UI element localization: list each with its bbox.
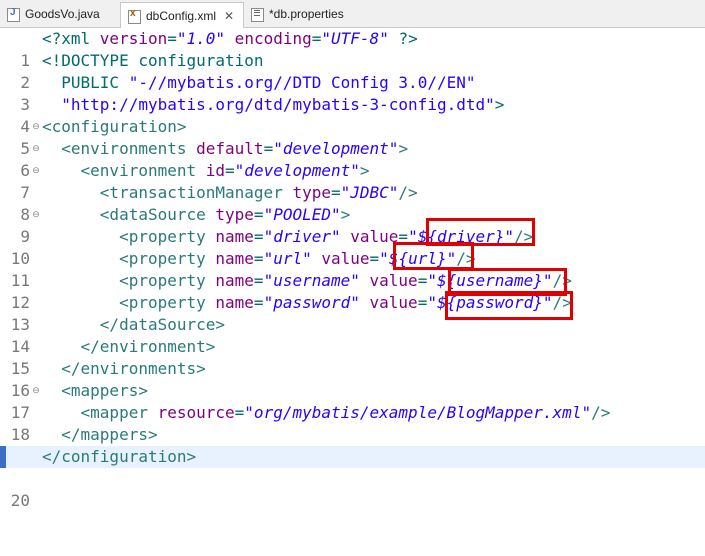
current-line-marker xyxy=(0,446,6,468)
tab-goodsvo-java[interactable]: GoodsVo.java xyxy=(6,2,100,26)
java-file-icon xyxy=(6,7,20,22)
code-line: 1 <?xml version="1.0" encoding="UTF-8" ?… xyxy=(0,28,705,70)
code-line: 11 <property name="url" value="${url}"/> xyxy=(0,248,705,290)
editor-tab-bar: GoodsVo.java dbConfig.xml ✕ *db.properti… xyxy=(0,0,705,28)
code-line: 4 "http://mybatis.org/dtd/mybatis-3-conf… xyxy=(0,94,705,136)
code-line: 13 <property name="password" value="${pa… xyxy=(0,292,705,334)
code-line: 16 </environments> xyxy=(0,358,705,400)
code-line: 10 <property name="driver" value="${driv… xyxy=(0,226,705,268)
code-line: 17 ⊖ <mappers> xyxy=(0,380,705,422)
fold-toggle-icon[interactable]: ⊖ xyxy=(30,138,42,160)
tab-dbconfig-xml[interactable]: dbConfig.xml ✕ xyxy=(120,2,244,28)
code-line: 6 ⊖ <environments default="development"> xyxy=(0,138,705,180)
fold-toggle-icon[interactable]: ⊖ xyxy=(30,160,42,182)
code-line: 9 ⊖ <dataSource type="POOLED"> xyxy=(0,204,705,246)
properties-file-icon xyxy=(250,7,264,22)
code-line: 19 </mappers> xyxy=(0,424,705,466)
code-line: 14 </dataSource> xyxy=(0,314,705,356)
tab-label: *db.properties xyxy=(269,7,344,21)
code-line: 3 PUBLIC "-//mybatis.org//DTD Config 3.0… xyxy=(0,72,705,114)
fold-toggle-icon[interactable]: ⊖ xyxy=(30,204,42,226)
close-icon[interactable]: ✕ xyxy=(224,9,234,23)
code-editor[interactable]: 1 <?xml version="1.0" encoding="UTF-8" ?… xyxy=(0,28,705,510)
code-line: 15 </environment> xyxy=(0,336,705,378)
tab-label: GoodsVo.java xyxy=(25,7,100,21)
code-line: 18 <mapper resource="org/mybatis/example… xyxy=(0,402,705,444)
line-number: 20 xyxy=(10,491,30,510)
tab-db-properties[interactable]: *db.properties xyxy=(250,2,344,26)
fold-toggle-icon[interactable]: ⊖ xyxy=(30,380,42,402)
code-line: 12 <property name="username" value="${us… xyxy=(0,270,705,312)
tab-label: dbConfig.xml xyxy=(146,8,217,23)
code-line: 8 <transactionManager type="JDBC"/> xyxy=(0,182,705,224)
code-line-current: 20 </configuration> xyxy=(0,446,705,510)
code-line: 2 <!DOCTYPE configuration xyxy=(0,50,705,92)
xml-file-icon xyxy=(127,8,141,24)
code-line: 5 ⊖ <configuration> xyxy=(0,116,705,158)
fold-toggle-icon[interactable]: ⊖ xyxy=(30,116,42,138)
code-line: 7 ⊖ <environment id="development"> xyxy=(0,160,705,202)
